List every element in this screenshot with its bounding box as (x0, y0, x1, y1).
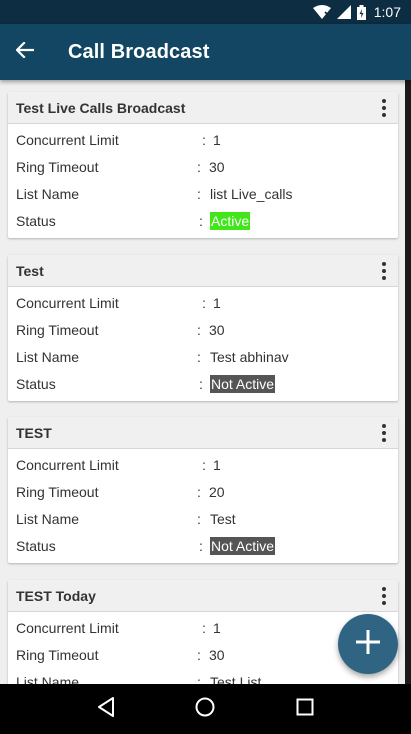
field-value: 1 (213, 132, 221, 148)
field-label: Concurrent Limit (16, 620, 119, 636)
field-row-ring-timeout: Ring Timeout:30 (8, 153, 398, 180)
field-value: Not Active (210, 537, 276, 555)
card-body: Concurrent Limit:1 Ring Timeout:30 List Na… (8, 287, 398, 401)
field-value: Test abhinav (210, 349, 289, 365)
field-separator: : (197, 484, 201, 500)
status-badge: Not Active (210, 537, 276, 555)
field-label: Concurrent Limit (16, 295, 119, 311)
status-badge: Active (210, 212, 251, 230)
screen-edge (405, 80, 411, 684)
field-value: 1 (213, 295, 221, 311)
wifi-icon (312, 5, 331, 19)
field-label: List Name (16, 674, 80, 684)
field-separator: : (202, 295, 206, 311)
field-separator: : (199, 538, 203, 554)
more-vert-icon[interactable] (376, 96, 392, 120)
battery-icon (356, 4, 366, 20)
status-bar: 1:07 (0, 0, 411, 24)
card-title: Test (16, 262, 44, 279)
recents-square-icon (296, 698, 314, 721)
field-row-list-name: List Name: Test abhinav (8, 343, 398, 370)
card-title: TEST (16, 424, 52, 441)
broadcast-card[interactable]: Test Live Calls Broadcast Concurrent Limi… (8, 92, 398, 238)
more-vert-icon[interactable] (376, 259, 392, 283)
card-header: TEST (8, 417, 398, 449)
card-body: Concurrent Limit:1 Ring Timeout:20 List Na… (8, 449, 398, 563)
field-value: list Live_calls (210, 186, 293, 202)
field-row-list-name: List Name: list Live_calls (8, 180, 398, 207)
field-separator: : (197, 159, 201, 175)
field-label: Ring Timeout (16, 484, 99, 500)
field-value: 1 (213, 457, 221, 473)
card-title: TEST Today (16, 587, 96, 604)
field-row-status: Status: Not Active (8, 532, 398, 559)
card-title: Test Live Calls Broadcast (16, 99, 186, 116)
nav-recents-button[interactable] (290, 694, 320, 724)
field-row-ring-timeout: Ring Timeout:20 (8, 478, 398, 505)
back-triangle-icon (97, 696, 115, 722)
field-separator: : (197, 647, 201, 663)
nav-back-button[interactable] (91, 694, 121, 724)
field-label: Status (16, 538, 56, 554)
field-label: Ring Timeout (16, 647, 99, 663)
field-separator: : (197, 322, 201, 338)
field-separator: : (197, 674, 201, 684)
card-header: Test Live Calls Broadcast (8, 92, 398, 124)
field-row-concurrent-limit: Concurrent Limit:1 (8, 289, 398, 316)
field-row-list-name: List Name: Test List (8, 668, 398, 684)
card-header: TEST Today (8, 580, 398, 612)
field-row-list-name: List Name: Test (8, 505, 398, 532)
signal-icon (336, 5, 351, 19)
field-separator: : (202, 132, 206, 148)
broadcast-card[interactable]: Test Concurrent Limit:1 Ring Timeout:30 Lis… (8, 255, 398, 401)
field-separator: : (199, 213, 203, 229)
field-row-concurrent-limit: Concurrent Limit:1 (8, 451, 398, 478)
field-label: Status (16, 376, 56, 392)
field-row-ring-timeout: Ring Timeout:30 (8, 316, 398, 343)
app-bar: Call Broadcast (0, 24, 411, 80)
field-label: Concurrent Limit (16, 132, 119, 148)
field-separator: : (202, 620, 206, 636)
card-header: Test (8, 255, 398, 287)
field-value: 1 (213, 620, 221, 636)
more-vert-icon[interactable] (376, 584, 392, 608)
field-value: Test List (210, 674, 262, 684)
card-body: Concurrent Limit:1 Ring Timeout:30 List Na… (8, 124, 398, 238)
field-value: 30 (209, 159, 225, 175)
field-label: Ring Timeout (16, 322, 99, 338)
field-separator: : (197, 186, 201, 202)
field-label: Concurrent Limit (16, 457, 119, 473)
status-badge: Not Active (210, 375, 276, 393)
field-row-status: Status: Active (8, 207, 398, 234)
field-separator: : (202, 457, 206, 473)
field-label: List Name (16, 186, 80, 202)
field-value: 20 (209, 484, 225, 500)
add-broadcast-button[interactable] (338, 614, 398, 674)
plus-icon (355, 629, 381, 660)
field-label: Status (16, 213, 56, 229)
clock-time: 1:07 (373, 4, 401, 20)
broadcast-list[interactable]: Test Live Calls Broadcast Concurrent Limi… (0, 80, 405, 684)
home-circle-icon (195, 697, 215, 722)
arrow-back-icon (15, 40, 35, 63)
field-value: Active (210, 212, 251, 230)
system-nav-bar (0, 684, 411, 734)
field-row-status: Status: Not Active (8, 370, 398, 397)
field-value: 30 (209, 647, 225, 663)
broadcast-card[interactable]: TEST Concurrent Limit:1 Ring Timeout:20 Lis… (8, 417, 398, 563)
nav-home-button[interactable] (190, 694, 220, 724)
field-value: Not Active (210, 375, 276, 393)
page-title: Call Broadcast (68, 40, 210, 63)
field-row-concurrent-limit: Concurrent Limit:1 (8, 126, 398, 153)
field-separator: : (199, 376, 203, 392)
field-separator: : (197, 511, 201, 527)
field-value: Test (210, 511, 236, 527)
field-label: Ring Timeout (16, 159, 99, 175)
back-button[interactable] (0, 24, 50, 80)
field-separator: : (197, 349, 201, 365)
field-label: List Name (16, 511, 80, 527)
field-value: 30 (209, 322, 225, 338)
more-vert-icon[interactable] (376, 421, 392, 445)
field-label: List Name (16, 349, 80, 365)
